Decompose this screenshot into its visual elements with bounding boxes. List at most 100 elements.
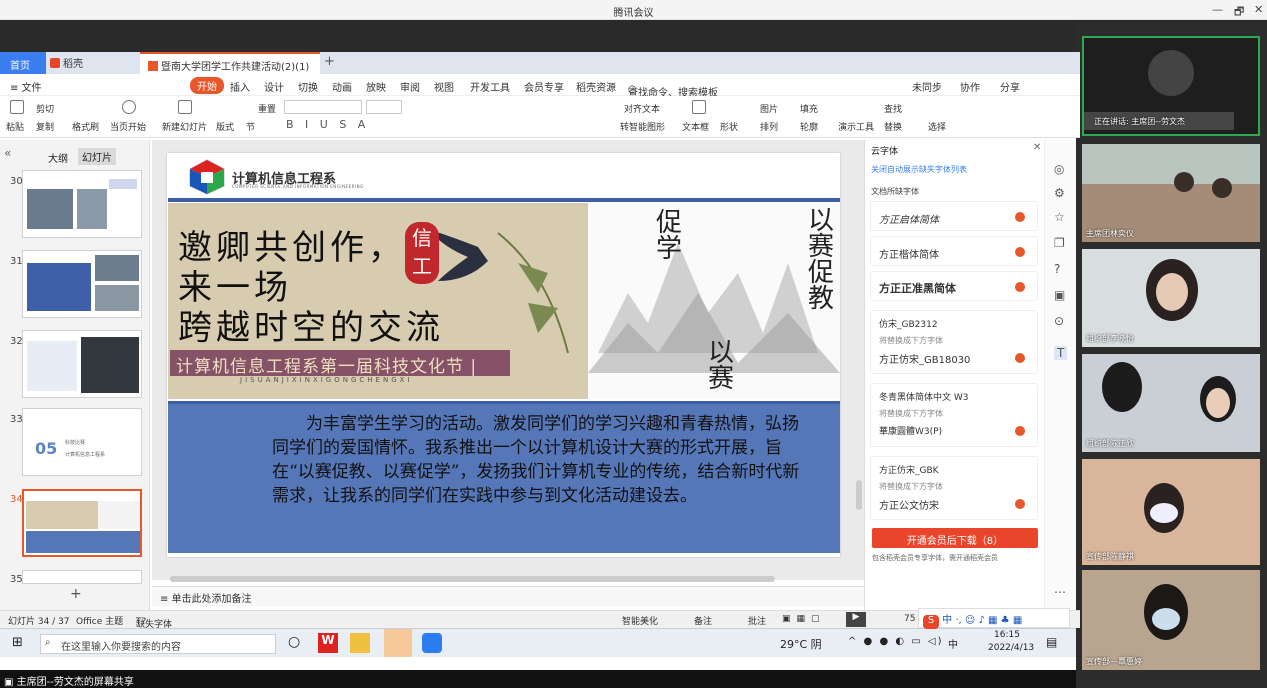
notes-toggle-button[interactable]: 备注 <box>694 614 712 627</box>
slide-thumbnail-31[interactable] <box>22 250 142 318</box>
font-card[interactable]: 方正启体简体 <box>870 201 1038 231</box>
find-button[interactable]: 查找 <box>884 102 902 115</box>
text-icon[interactable]: T <box>1054 346 1068 360</box>
participant-tile[interactable]: 组织部陈正欣 <box>1082 354 1260 452</box>
align-text-button[interactable]: 对齐文本 <box>624 102 660 115</box>
horizontal-scrollbar[interactable] <box>170 576 775 582</box>
download-icon[interactable] <box>1015 282 1025 292</box>
arrange-button[interactable]: 排列 <box>760 120 778 133</box>
font-family-select[interactable] <box>284 100 362 114</box>
outline-button[interactable]: 轮廓 <box>800 120 818 133</box>
close-pane-icon[interactable]: ✕ <box>1033 142 1041 153</box>
menu-vip[interactable]: 会员专享 <box>524 79 564 94</box>
picture-button[interactable]: 图片 <box>760 102 778 115</box>
tab-document[interactable]: 暨南大学团学工作共建活动(2)(1) <box>140 52 320 74</box>
font-card[interactable]: 方正正准黑简体 <box>870 271 1038 301</box>
font-card[interactable]: 方正楷体简体 <box>870 236 1038 266</box>
participant-tile-speaker[interactable]: 正在讲话: 主席团--劳文杰 <box>1082 36 1260 136</box>
fill-button[interactable]: 填充 <box>800 102 818 115</box>
participant-tile[interactable]: 宣传部陈静祺 <box>1082 459 1260 565</box>
shape-button[interactable]: 形状 <box>720 120 738 133</box>
taskbar-search-input[interactable]: ⌕ 在这里输入你要搜索的内容 <box>40 634 276 654</box>
weather-widget[interactable]: 29°C 阴 <box>780 636 822 652</box>
clock-time[interactable]: 16:15 <box>994 630 1020 640</box>
smartart-button[interactable]: 转智能图形 <box>620 120 665 133</box>
download-icon[interactable] <box>1015 499 1025 509</box>
menu-animation[interactable]: 动画 <box>332 79 352 94</box>
close-button[interactable]: ✕ <box>1254 3 1263 16</box>
copy-icon[interactable]: ❐ <box>1054 236 1065 250</box>
menu-insert[interactable]: 插入 <box>230 79 250 94</box>
menu-devtools[interactable]: 开发工具 <box>470 79 510 94</box>
ime-toolbar[interactable]: S 中 ·, ☺ ♪ ▦ ♣ ▦ <box>918 608 1070 629</box>
tab-daoke[interactable]: 稻壳 <box>50 55 83 70</box>
vip-download-button[interactable]: 开通会员后下载（8） <box>872 528 1038 548</box>
wechat-icon[interactable] <box>384 629 412 657</box>
star-icon[interactable]: ☆ <box>1054 210 1065 224</box>
help-icon[interactable]: ? <box>1054 262 1060 276</box>
slide-thumbnail-30[interactable] <box>22 170 142 238</box>
notification-icon[interactable]: ▤ <box>1046 635 1057 649</box>
settings-icon[interactable]: ⚙ <box>1054 186 1065 200</box>
cut-button[interactable]: 剪切 <box>36 102 54 115</box>
windows-start-icon[interactable]: ⊞ <box>12 635 23 650</box>
participant-tile[interactable]: 宣传部—覃惠婷 <box>1082 570 1260 670</box>
menu-view[interactable]: 视图 <box>434 79 454 94</box>
menu-design[interactable]: 设计 <box>264 79 284 94</box>
menu-start[interactable]: 开始 <box>190 77 224 94</box>
tab-outline[interactable]: 大纲 <box>48 150 68 165</box>
notes-bar[interactable]: ≡ 单击此处添加备注 <box>152 586 864 606</box>
menu-review[interactable]: 审阅 <box>400 79 420 94</box>
clock-date[interactable]: 2022/4/13 <box>988 643 1034 653</box>
tab-home[interactable]: 首页 <box>0 52 46 74</box>
menu-daoke-resources[interactable]: 稻壳资源 <box>576 79 616 94</box>
zoom-level[interactable]: 75 <box>904 614 915 624</box>
collapse-pane-icon[interactable]: « <box>4 146 11 160</box>
menu-file[interactable]: ≡ 文件 <box>10 79 42 94</box>
section-button[interactable]: 节 <box>246 120 255 133</box>
font-card[interactable]: 方正仿宋_GBK 将替换成下方字体 方正公文仿宋 <box>870 456 1038 520</box>
tab-slides[interactable]: 幻灯片 <box>78 148 116 165</box>
copy-button[interactable]: 复制 <box>36 120 54 133</box>
paste-button[interactable]: 粘贴 <box>6 120 24 133</box>
style-icon[interactable]: ◎ <box>1054 162 1064 176</box>
ime-indicator[interactable]: 中 <box>948 636 958 651</box>
download-icon[interactable] <box>1015 353 1025 363</box>
tray-icons[interactable]: ^ ● ● ◐ ▭ ◁) <box>848 636 944 647</box>
replace-button[interactable]: 替换 <box>884 120 902 133</box>
font-card[interactable]: 冬青黑体简体中文 W3 将替换成下方字体 華康圓體W3(P) <box>870 383 1038 447</box>
presentation-tools-button[interactable]: 演示工具 <box>838 120 874 133</box>
new-slide-button[interactable]: 新建幻灯片 <box>162 120 207 133</box>
play-button[interactable]: ▶ <box>846 612 866 627</box>
location-icon[interactable]: ⊙ <box>1054 314 1064 328</box>
hide-font-list-link[interactable]: 关闭自动展示缺失字体列表 <box>871 164 967 175</box>
new-tab-button[interactable]: + <box>324 54 335 69</box>
share-button[interactable]: 分享 <box>1000 79 1020 94</box>
download-icon[interactable] <box>1015 426 1025 436</box>
task-view-icon[interactable]: ○ <box>288 634 300 650</box>
layout-button[interactable]: 版式 <box>216 120 234 133</box>
font-size-select[interactable] <box>366 100 402 114</box>
file-explorer-icon[interactable] <box>350 633 370 653</box>
slide-thumbnail-35[interactable] <box>22 570 142 584</box>
minimize-button[interactable]: — <box>1212 3 1223 16</box>
participant-tile[interactable]: 主席团林奕仪 <box>1082 144 1260 242</box>
sync-status[interactable]: 未同步 <box>912 79 942 94</box>
comment-button[interactable]: 批注 <box>748 614 766 627</box>
image-icon[interactable]: ▣ <box>1054 288 1065 302</box>
menu-transition[interactable]: 切换 <box>298 79 318 94</box>
download-icon[interactable] <box>1015 247 1025 257</box>
collab-button[interactable]: 协作 <box>960 79 980 94</box>
view-mode-buttons[interactable]: ▣▦▢ <box>782 614 826 624</box>
download-icon[interactable] <box>1015 212 1025 222</box>
select-button[interactable]: 选择 <box>928 120 946 133</box>
from-current-button[interactable]: 当页开始 <box>110 120 146 133</box>
more-icon[interactable]: … <box>1054 582 1066 596</box>
menu-slideshow[interactable]: 放映 <box>366 79 386 94</box>
smart-beautify-button[interactable]: 智能美化 <box>622 614 658 627</box>
slide-thumbnail-32[interactable] <box>22 330 142 398</box>
slide-thumbnail-33[interactable]: 05 科技比赛 计算机信息工程系 <box>22 408 142 476</box>
font-card[interactable]: 仿宋_GB2312 将替换成下方字体 方正仿宋_GB18030 <box>870 310 1038 374</box>
font-style-buttons[interactable]: B I U S A <box>286 118 369 131</box>
vertical-scrollbar[interactable] <box>856 480 862 510</box>
